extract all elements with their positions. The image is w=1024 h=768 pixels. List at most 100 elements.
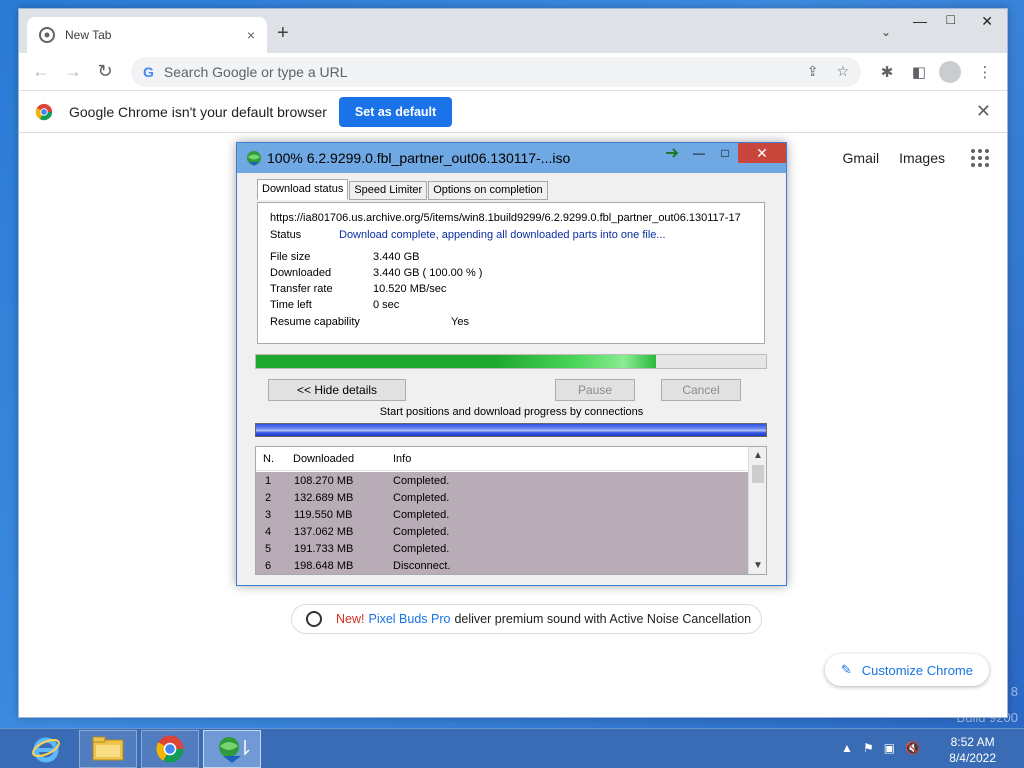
idm-tabs: Download status Speed Limiter Options on… (257, 179, 549, 200)
omnibox-placeholder[interactable]: Search Google or type a URL (164, 64, 789, 80)
hide-details-button[interactable]: << Hide details (268, 379, 406, 401)
gmail-link[interactable]: Gmail (843, 150, 880, 166)
tab-speed-limiter[interactable]: Speed Limiter (349, 181, 428, 200)
default-browser-infobar: Google Chrome isn't your default browser… (19, 91, 1007, 133)
set-as-default-button[interactable]: Set as default (338, 96, 453, 127)
extensions-icon[interactable]: ✱ (873, 63, 901, 81)
connection-downloaded: 132.689 MB (294, 492, 354, 504)
tab-close-icon[interactable]: × (247, 27, 255, 43)
scroll-up-icon[interactable]: ▲ (749, 450, 766, 461)
downloaded-row: Downloaded 3.440 GB ( 100.00 % ) (270, 267, 482, 279)
time-left-label: Time left (270, 299, 312, 311)
scroll-down-icon[interactable]: ▼ (749, 560, 766, 571)
cancel-button[interactable]: Cancel (661, 379, 741, 401)
resume-value: Yes (451, 316, 469, 328)
connection-row[interactable]: 6 198.648 MB Disconnect. (256, 558, 748, 574)
omnibox[interactable]: G Search Google or type a URL ⇪ ☆ (131, 56, 861, 87)
connection-number: 5 (265, 543, 272, 555)
connection-number: 2 (265, 492, 272, 504)
connection-row[interactable]: 5 191.733 MB Completed. (256, 541, 748, 558)
promo-new-label: New! (336, 612, 365, 626)
internet-explorer-icon[interactable] (17, 730, 75, 768)
action-center-flag-icon[interactable]: ⚑ (863, 741, 874, 755)
connections-header: N. Downloaded Info (256, 447, 766, 471)
idm-globe-icon (247, 151, 261, 166)
reload-button[interactable]: ↻ (91, 58, 119, 86)
chrome-taskbar-icon[interactable] (141, 730, 199, 768)
new-tab-button[interactable]: + (277, 23, 289, 43)
connection-info: Completed. (393, 509, 450, 521)
column-info[interactable]: Info (393, 453, 411, 465)
chrome-favicon-icon (39, 27, 55, 43)
chrome-logo-icon (35, 103, 53, 120)
side-panel-icon[interactable]: ◧ (905, 63, 933, 81)
promo-product-link[interactable]: Pixel Buds Pro (368, 612, 450, 626)
connection-downloaded: 198.648 MB (294, 560, 354, 572)
maximize-button[interactable]: □ (947, 11, 955, 27)
toolbar: ← → ↻ G Search Google or type a URL ⇪ ☆ … (19, 53, 1007, 91)
column-downloaded[interactable]: Downloaded (293, 453, 354, 465)
customize-chrome-button[interactable]: ✎ Customize Chrome (824, 654, 989, 686)
file-size-label: File size (270, 251, 311, 263)
connection-row[interactable]: 4 137.062 MB Completed. (256, 524, 748, 541)
promo-banner[interactable]: New! Pixel Buds Pro deliver premium soun… (291, 604, 763, 634)
pencil-icon: ✎ (840, 662, 852, 677)
idm-minimize-button[interactable]: — (686, 143, 712, 163)
connection-number: 3 (265, 509, 272, 521)
time-left-row: Time left 0 sec (270, 299, 399, 311)
show-hidden-icons-icon[interactable]: ▲ (841, 741, 853, 755)
idm-titlebar[interactable]: 100% 6.2.9299.0.fbl_partner_out06.130117… (237, 143, 786, 173)
transfer-rate-row: Transfer rate 10.520 MB/sec (270, 283, 446, 295)
connection-info: Completed. (393, 526, 450, 538)
chrome-menu-icon[interactable]: ⋮ (971, 63, 999, 81)
images-link[interactable]: Images (899, 150, 945, 166)
download-progress-bar (255, 354, 767, 369)
tab-strip: New Tab × + ⌄ — □ ✕ (19, 9, 1007, 53)
connection-row[interactable]: 3 119.550 MB Completed. (256, 507, 748, 524)
connection-downloaded: 108.270 MB (294, 475, 354, 487)
tab-search-icon[interactable]: ⌄ (881, 25, 891, 39)
idm-download-dialog: 100% 6.2.9299.0.fbl_partner_out06.130117… (236, 142, 787, 586)
connections-body: 1 108.270 MB Completed. 2 132.689 MB Complete… (256, 472, 748, 574)
connection-downloaded: 119.550 MB (294, 509, 353, 521)
bookmark-star-icon[interactable]: ☆ (836, 63, 849, 80)
tab-options-on-completion[interactable]: Options on completion (428, 181, 548, 200)
volume-muted-icon[interactable]: 🔇 (905, 741, 920, 755)
download-status-panel: https://ia801706.us.archive.org/5/items/… (257, 202, 765, 344)
pause-button[interactable]: Pause (555, 379, 635, 401)
tab-download-status[interactable]: Download status (257, 179, 349, 200)
transfer-rate-label: Transfer rate (270, 283, 333, 295)
minimize-button[interactable]: — (913, 13, 927, 29)
connection-row[interactable]: 1 108.270 MB Completed. (256, 473, 748, 490)
idm-title: 100% 6.2.9299.0.fbl_partner_out06.130117… (267, 150, 571, 166)
taskbar-clock[interactable]: 8:52 AM 8/4/2022 (949, 734, 996, 766)
idm-taskbar-icon[interactable] (203, 730, 261, 768)
infobar-close-icon[interactable]: ✕ (976, 101, 991, 122)
connections-list[interactable]: N. Downloaded Info 1 108.270 MB Completed.… (255, 446, 767, 575)
customize-chrome-label: Customize Chrome (861, 662, 973, 678)
transfer-rate-value: 10.520 MB/sec (373, 283, 447, 295)
clock-time: 8:52 AM (950, 735, 995, 749)
connection-info: Completed. (393, 543, 450, 555)
connection-number: 6 (265, 560, 272, 572)
connection-row[interactable]: 2 132.689 MB Completed. (256, 490, 748, 507)
tab-new-tab[interactable]: New Tab × (27, 17, 267, 53)
profile-avatar[interactable] (939, 60, 961, 83)
connections-scrollbar[interactable]: ▲ ▼ (748, 447, 766, 574)
back-button[interactable]: ← (27, 58, 55, 86)
file-size-value: 3.440 GB (373, 251, 420, 263)
idm-close-button[interactable]: ✕ (738, 143, 786, 163)
apps-grid-icon[interactable] (971, 149, 989, 167)
idm-maximize-button[interactable]: □ (712, 143, 738, 163)
file-explorer-icon[interactable] (79, 730, 137, 768)
tab-title: New Tab (65, 28, 112, 42)
system-tray: ▲ ⚑ ▣ 🔇 (831, 741, 920, 755)
network-icon[interactable]: ▣ (884, 741, 895, 755)
forward-button[interactable]: → (59, 58, 87, 86)
scroll-thumb[interactable] (752, 465, 764, 483)
column-n[interactable]: N. (263, 453, 274, 465)
share-icon[interactable]: ⇪ (807, 63, 819, 80)
connections-caption: Start positions and download progress by… (379, 406, 644, 418)
idm-arrow-icon[interactable] (660, 143, 686, 163)
close-window-button[interactable]: ✕ (981, 13, 993, 30)
